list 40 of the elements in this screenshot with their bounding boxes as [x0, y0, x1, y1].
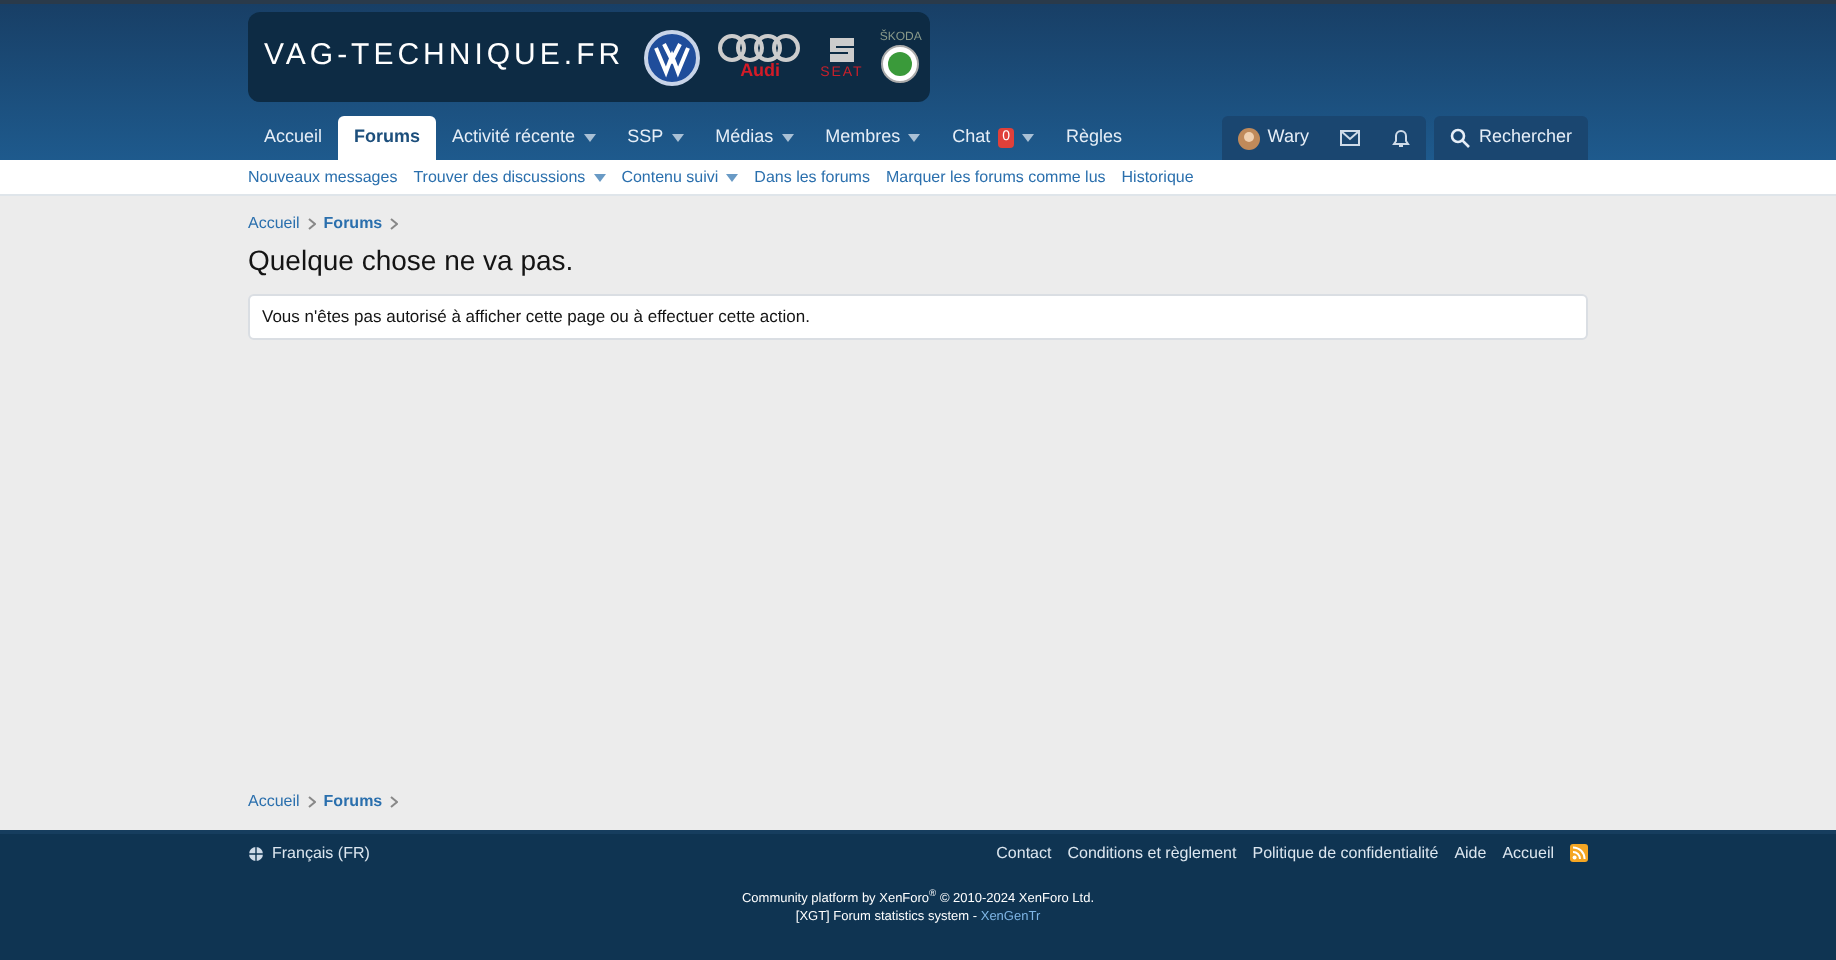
- subnav-link[interactable]: Marquer les forums comme lus: [885, 165, 1106, 189]
- page-title: Quelque chose ne va pas.: [248, 244, 576, 278]
- logo-text: VAG-TECHNIQUE.FR: [264, 36, 625, 77]
- subnav-link[interactable]: Trouver des discussions: [413, 165, 606, 189]
- nav-tab[interactable]: Accueil: [248, 116, 339, 160]
- subnav-link[interactable]: Nouveaux messages: [248, 165, 398, 189]
- breadcrumb-link[interactable]: Forums: [323, 212, 383, 236]
- subnav-link[interactable]: Historique: [1121, 165, 1194, 189]
- envelope-icon: [1340, 130, 1361, 146]
- language-chooser[interactable]: Français (FR): [248, 841, 370, 865]
- search-icon: [1450, 128, 1471, 148]
- nav-tab[interactable]: Membres: [809, 116, 937, 160]
- subnav-link[interactable]: Contenu suivi: [621, 165, 739, 189]
- footer-link[interactable]: Politique de confidentialité: [1252, 841, 1439, 865]
- chevron-icon: [390, 795, 399, 807]
- rings-icon: [716, 34, 805, 62]
- footer-link[interactable]: Accueil: [1502, 841, 1554, 865]
- chevron-icon: [390, 218, 399, 230]
- nav-tab[interactable]: Règles: [1050, 116, 1139, 160]
- subnav-link[interactable]: Dans les forums: [754, 165, 870, 189]
- nav-tab[interactable]: SSP: [611, 116, 700, 160]
- nav-tab[interactable]: Activité récente: [436, 116, 612, 160]
- footer-link[interactable]: Conditions et règlement: [1067, 841, 1237, 865]
- nav-tab[interactable]: Forums: [338, 116, 437, 160]
- brand-text: Audi: [740, 62, 781, 80]
- breadcrumb-link[interactable]: Accueil: [248, 789, 300, 813]
- rss-button[interactable]: [1570, 844, 1588, 862]
- globe-icon: [248, 845, 264, 861]
- rss-icon: [1570, 844, 1588, 862]
- chevron-icon: [307, 795, 316, 807]
- chevron-icon: [307, 218, 316, 230]
- nav-tab[interactable]: Médias: [699, 116, 810, 160]
- breadcrumb-link[interactable]: Accueil: [248, 212, 300, 236]
- error-message: Vous n'êtes pas autorisé à afficher cette page ou à effectuer cette action.: [248, 293, 1588, 340]
- footer-link[interactable]: Aide: [1454, 841, 1487, 865]
- breadcrumb-link[interactable]: Forums: [323, 789, 383, 813]
- footer-link[interactable]: Contact: [996, 841, 1052, 865]
- search-button[interactable]: Rechercher: [1434, 116, 1588, 160]
- bell-icon: [1392, 128, 1411, 148]
- avatar-icon: [1237, 127, 1260, 149]
